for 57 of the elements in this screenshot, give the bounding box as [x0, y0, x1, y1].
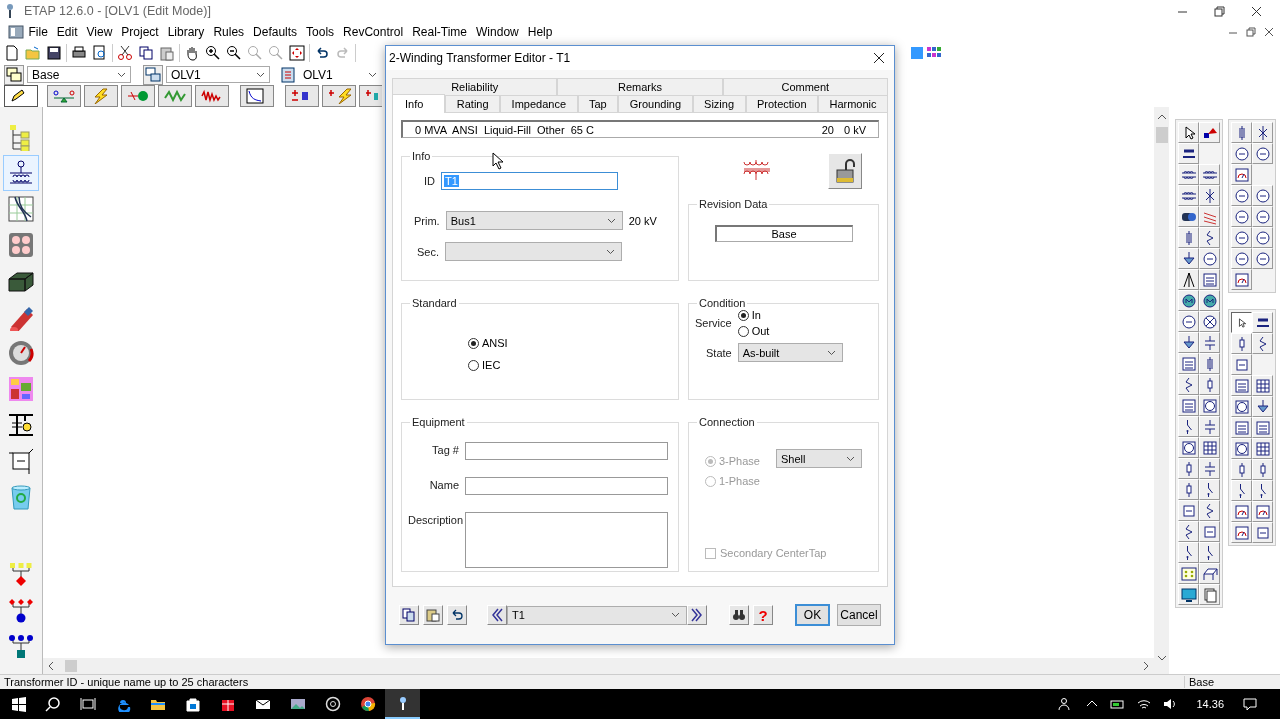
summary-value: 20: [821, 123, 834, 136]
summary-value: 0 kV: [844, 123, 866, 136]
field-label: Name: [428, 478, 459, 491]
radio-button[interactable]: ANSI: [468, 337, 508, 349]
status-message: Transformer ID - unique name up to 25 characters: [3, 676, 250, 688]
menu-item[interactable]: View: [82, 24, 117, 40]
voltage-value: 20 kV: [628, 214, 657, 227]
tab[interactable]: Rating: [445, 95, 501, 112]
revision-value: Base: [714, 225, 853, 242]
menu-item[interactable]: Edit: [52, 24, 83, 40]
radio-button[interactable]: IEC: [468, 359, 501, 371]
menu-item[interactable]: Real-Time: [407, 24, 472, 40]
presentation-dropdown[interactable]: Base: [27, 66, 131, 83]
field-label: Service: [695, 317, 732, 329]
tab[interactable]: Grounding: [618, 95, 693, 112]
status-config: Base: [1184, 676, 1215, 688]
field-label: State: [706, 346, 732, 359]
summary-text: 0 MVA ANSI Liquid-Fill Other 65 C: [415, 123, 594, 136]
group-label: Connection: [698, 416, 756, 428]
dropdown[interactable]: As-built: [737, 343, 843, 362]
tab[interactable]: Reliability: [392, 78, 558, 95]
dropdown[interactable]: Bus1: [445, 211, 623, 230]
group-label: Revision Data: [698, 198, 769, 210]
cancel-button[interactable]: Cancel: [837, 604, 881, 626]
element-dropdown[interactable]: T1: [507, 605, 687, 625]
study-dropdown[interactable]: OLV1: [166, 66, 270, 83]
tab[interactable]: Impedance: [500, 95, 578, 112]
field-label: Sec.: [417, 245, 439, 258]
clock[interactable]: 14.36: [1196, 698, 1224, 710]
window-title: ETAP 12.6.0 - [OLV1 (Edit Mode)]: [24, 4, 211, 18]
tab[interactable]: Harmonic: [818, 95, 889, 112]
menu-item[interactable]: RevControl: [338, 24, 408, 40]
menu-item[interactable]: Defaults: [248, 24, 302, 40]
radio-button[interactable]: Out: [737, 325, 770, 337]
menu-item[interactable]: Rules: [208, 24, 249, 40]
field-label: ID: [424, 175, 435, 187]
field-label: Tag #: [431, 443, 459, 456]
menu-item[interactable]: Project: [116, 24, 164, 40]
tab[interactable]: Remarks: [557, 78, 723, 95]
tab[interactable]: Comment: [722, 78, 888, 95]
dialog-title: 2-Winding Transformer Editor - T1: [389, 51, 571, 65]
menu-item[interactable]: Library: [163, 24, 209, 40]
tab[interactable]: Sizing: [692, 95, 746, 112]
group-label: Standard: [411, 297, 458, 309]
menu-item[interactable]: File: [24, 24, 53, 40]
group-label: Equipment: [411, 416, 466, 428]
help-button[interactable]: ?: [753, 605, 773, 625]
field-label: Prim.: [414, 214, 440, 227]
group-label: Info: [411, 150, 432, 162]
tab[interactable]: Info: [392, 94, 446, 113]
menu-item[interactable]: Window: [471, 24, 524, 40]
group-label: Condition: [698, 297, 747, 309]
menu-item[interactable]: Tools: [301, 24, 339, 40]
menu-item[interactable]: Help: [523, 24, 557, 40]
tab[interactable]: Protection: [745, 95, 818, 112]
ok-button[interactable]: OK: [795, 604, 830, 626]
tab[interactable]: Tap: [577, 95, 619, 112]
